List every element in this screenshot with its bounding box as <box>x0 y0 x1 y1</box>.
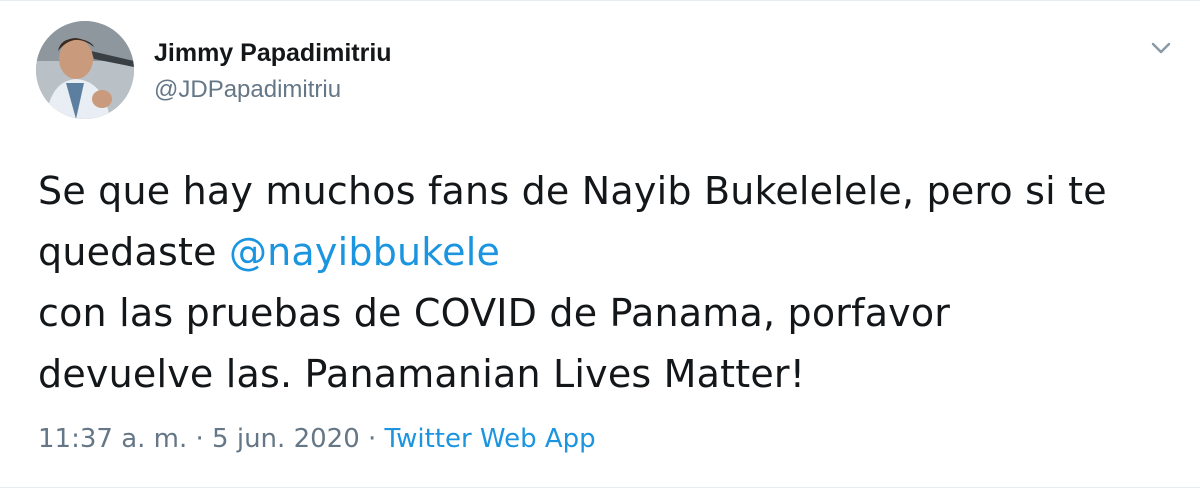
user-handle[interactable]: @JDPapadimitriu <box>154 76 341 104</box>
tweet-timestamp[interactable]: 11:37 a. m. <box>38 424 187 454</box>
avatar-image <box>36 21 134 119</box>
tweet-card: Jimmy Papadimitriu @JDPapadimitriu Se qu… <box>0 0 1200 489</box>
meta-separator: · <box>359 424 385 454</box>
display-name[interactable]: Jimmy Papadimitriu <box>154 39 392 68</box>
tweet-text: Se que hay muchos fans de Nayib Bukelele… <box>38 161 1178 405</box>
chevron-down-icon[interactable] <box>1147 37 1175 59</box>
source-app-link[interactable]: Twitter Web App <box>385 424 596 454</box>
tweet-meta: 11:37 a. m. · 5 jun. 2020 · Twitter Web … <box>38 424 596 454</box>
bottom-divider <box>0 487 1200 488</box>
tweet-text-fragment: quedaste <box>38 230 229 274</box>
tweet-text-line: con las pruebas de COVID de Panama, porf… <box>38 291 951 335</box>
tweet-text-line: devuelve las. Panamanian Lives Matter! <box>38 352 806 396</box>
tweet-date[interactable]: 5 jun. 2020 <box>212 424 360 454</box>
meta-separator: · <box>187 424 213 454</box>
mention-link[interactable]: @nayibbukele <box>229 230 500 274</box>
tweet-text-line: quedaste @nayibbukele <box>38 222 1178 283</box>
tweet-text-line: Se que hay muchos fans de Nayib Bukelele… <box>38 169 1107 213</box>
avatar[interactable] <box>36 21 134 119</box>
